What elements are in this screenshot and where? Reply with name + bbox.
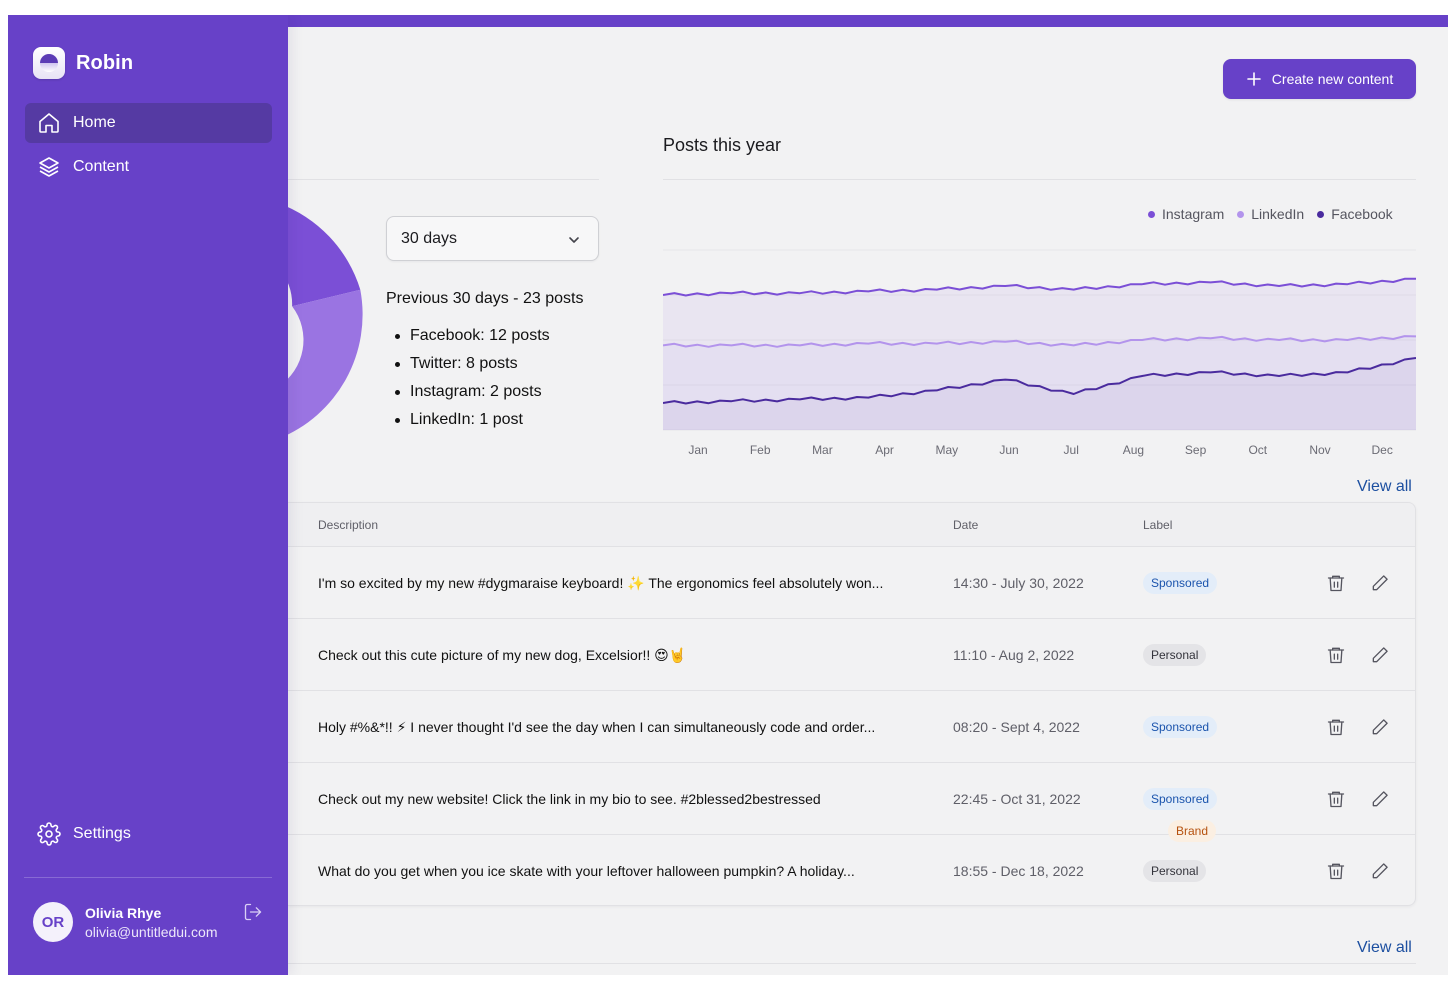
user-name: Olivia Rhye [85, 905, 162, 921]
posts-line-chart: Jan Feb Mar Apr May Jun Jul Aug Sep Oct Nov Dec [663, 249, 1416, 457]
table-row[interactable]: I'm so excited by my new #dygmaraise key… [288, 547, 1415, 619]
row-labels: Sponsored [1143, 716, 1218, 738]
row-date: 18:55 - Dec 18, 2022 [953, 863, 1084, 879]
row-description: I'm so excited by my new #dygmaraise key… [318, 575, 884, 591]
x-tick-label: Dec [1372, 443, 1393, 457]
app-name: Robin [76, 51, 134, 74]
summary-title: Previous 30 days - 23 posts [386, 290, 584, 307]
sidebar-divider [24, 877, 272, 878]
x-tick-label: Jun [999, 443, 1018, 457]
table-header: Description Date Label [288, 503, 1415, 547]
robin-logo-icon [33, 47, 65, 79]
row-date: 08:20 - Sept 4, 2022 [953, 719, 1080, 735]
table-row[interactable]: Check out my new website! Click the link… [288, 763, 1415, 842]
sidebar-item-settings[interactable]: Settings [25, 814, 272, 854]
x-tick-label: May [935, 443, 958, 457]
summary-list: Facebook: 12 posts Twitter: 8 posts Inst… [395, 327, 550, 439]
donut-segment-instagram [278, 289, 363, 439]
chart-divider [663, 179, 1416, 180]
create-content-button[interactable]: Create new content [1223, 59, 1416, 99]
trash-icon[interactable] [1326, 645, 1346, 665]
row-description: What do you get when you ice skate with … [318, 863, 855, 879]
x-tick-label: Sep [1185, 443, 1207, 457]
label-badge: Sponsored [1143, 716, 1218, 738]
row-labels: Personal [1143, 860, 1207, 882]
trash-icon[interactable] [1326, 861, 1346, 881]
view-all-link-secondary[interactable]: View all [1357, 939, 1412, 957]
summary-divider [288, 179, 599, 180]
list-item: Instagram: 2 posts [395, 383, 550, 411]
x-tick-label: Jan [688, 443, 707, 457]
edit-icon[interactable] [1370, 861, 1390, 881]
column-header-description: Description [318, 518, 379, 532]
column-header-label: Label [1143, 518, 1173, 532]
sidebar-item-label: Home [73, 114, 116, 131]
row-labels: Brand Sponsored [1143, 788, 1218, 842]
row-description: Check out this cute picture of my new do… [318, 647, 687, 663]
row-description: Check out my new website! Click the link… [318, 791, 821, 807]
row-labels: Personal [1143, 644, 1207, 666]
label-badge: Personal [1143, 644, 1207, 666]
create-content-label: Create new content [1271, 71, 1394, 87]
edit-icon[interactable] [1370, 573, 1390, 593]
range-select[interactable]: 30 days [386, 216, 599, 261]
column-header-date: Date [953, 518, 979, 532]
x-tick-label: Nov [1309, 443, 1330, 457]
trash-icon[interactable] [1326, 573, 1346, 593]
sidebar-item-content[interactable]: Content [25, 147, 272, 187]
table-row[interactable]: Holy #%&*!! ⚡ I never thought I'd see th… [288, 691, 1415, 763]
view-all-link[interactable]: View all [1357, 478, 1412, 496]
x-tick-label: Feb [750, 443, 771, 457]
trash-icon[interactable] [1326, 717, 1346, 737]
table-row[interactable]: What do you get when you ice skate with … [288, 835, 1415, 905]
avatar[interactable]: OR [33, 902, 73, 942]
label-badge: Sponsored [1143, 788, 1218, 810]
x-tick-label: Jul [1064, 443, 1079, 457]
sidebar-item-label: Content [73, 158, 130, 175]
logout-icon[interactable] [243, 902, 263, 922]
row-date: 11:10 - Aug 2, 2022 [953, 647, 1075, 663]
row-date: 14:30 - July 30, 2022 [953, 575, 1084, 591]
user-email: olivia@untitledui.com [85, 924, 218, 940]
table-row[interactable]: Check out this cute picture of my new do… [288, 619, 1415, 691]
list-item: LinkedIn: 1 post [395, 411, 550, 439]
user-profile: OR Olivia Rhye olivia@untitledui.com [33, 902, 273, 944]
label-badge: Personal [1143, 860, 1207, 882]
list-item: Facebook: 12 posts [395, 327, 550, 355]
sidebar-item-label: Settings [73, 825, 131, 842]
layers-icon [39, 157, 59, 177]
plus-icon [1246, 72, 1261, 86]
donut-segment-twitter [278, 203, 361, 307]
home-icon [39, 113, 59, 133]
edit-icon[interactable] [1370, 789, 1390, 809]
section-divider [288, 963, 1416, 964]
list-item: Twitter: 8 posts [395, 355, 550, 383]
x-tick-label: Oct [1248, 443, 1267, 457]
chevron-down-icon [569, 237, 579, 243]
x-tick-label: Apr [875, 443, 894, 457]
row-date: 22:45 - Oct 31, 2022 [953, 791, 1081, 807]
chart-title: Posts this year [663, 135, 782, 155]
row-description: Holy #%&*!! ⚡ I never thought I'd see th… [318, 719, 876, 735]
sidebar-item-home[interactable]: Home [25, 103, 272, 143]
range-select-value: 30 days [401, 229, 458, 247]
row-labels: Sponsored [1143, 572, 1218, 594]
app-frame: Robin Home Content Settings OR Olivia Rh… [8, 15, 1448, 975]
gear-icon [37, 822, 61, 846]
edit-icon[interactable] [1370, 645, 1390, 665]
content-table: Description Date Label I'm so excited by… [288, 502, 1416, 906]
x-tick-label: Mar [812, 443, 833, 457]
brand[interactable]: Robin [33, 47, 133, 79]
x-tick-label: Aug [1123, 443, 1144, 457]
label-badge: Sponsored [1143, 572, 1218, 594]
edit-icon[interactable] [1370, 717, 1390, 737]
trash-icon[interactable] [1326, 789, 1346, 809]
sidebar: Robin Home Content Settings OR Olivia Rh… [8, 15, 288, 975]
